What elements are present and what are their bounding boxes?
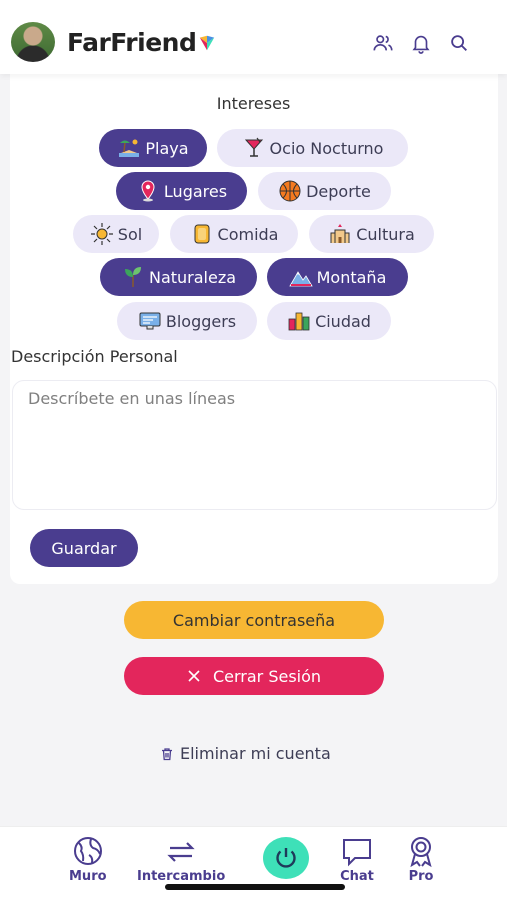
tab-pro[interactable]: Pro [404, 835, 438, 884]
chip-label: Playa [145, 138, 189, 158]
app-header: FarFriend [0, 0, 507, 74]
chip-label: Naturaleza [148, 267, 237, 287]
save-button[interactable]: Guardar [30, 529, 138, 567]
tab-chat[interactable]: Chat [340, 835, 374, 884]
basketball-icon [279, 180, 301, 202]
chip-sol[interactable]: Sol [73, 215, 159, 253]
sun-icon [90, 223, 113, 245]
users-icon[interactable] [372, 32, 394, 54]
tab-muro[interactable]: Muro [69, 835, 107, 884]
change-password-button[interactable]: Cambiar contraseña [124, 601, 384, 639]
globe-icon [73, 837, 102, 865]
chip-playa[interactable]: Playa [99, 129, 207, 167]
chip-comida[interactable]: Comida [170, 215, 298, 253]
delete-account-label: Eliminar mi cuenta [180, 744, 331, 763]
chip-label: Ocio Nocturno [269, 138, 384, 158]
logout-button[interactable]: Cerrar Sesión [124, 657, 384, 695]
chip-label: Ciudad [315, 311, 371, 331]
mountain-icon [288, 271, 313, 287]
chip-naturaleza[interactable]: Naturaleza [100, 258, 257, 296]
plant-icon [124, 267, 141, 287]
badge-icon [410, 837, 432, 868]
power-icon [276, 848, 296, 868]
brand-logo: FarFriend [67, 28, 216, 57]
search-icon[interactable] [448, 32, 470, 54]
chip-label: Deporte [306, 181, 371, 201]
heart-logo-icon [200, 35, 215, 50]
chip-label: Cultura [356, 224, 415, 244]
description-label: Descripción Personal [11, 347, 178, 366]
blog-icon [139, 312, 161, 330]
chip-label: Sol [117, 224, 143, 244]
castle-icon [330, 224, 350, 243]
tab-label: Muro [69, 869, 107, 884]
chip-ciudad[interactable]: Ciudad [267, 302, 391, 340]
chat-icon [343, 839, 371, 867]
cocktail-icon [244, 137, 263, 157]
description-textarea[interactable] [12, 380, 497, 510]
chip-lugares[interactable]: Lugares [116, 172, 247, 210]
chip-label: Comida [217, 224, 279, 244]
beach-icon [119, 139, 140, 157]
chip-montana[interactable]: Montaña [267, 258, 408, 296]
power-button[interactable] [263, 837, 309, 879]
chip-cultura[interactable]: Cultura [309, 215, 434, 253]
chip-label: Lugares [163, 181, 228, 201]
logout-label: Cerrar Sesión [212, 666, 322, 686]
exchange-icon [167, 842, 195, 862]
tab-label: Intercambio [137, 869, 226, 884]
brand-name: FarFriend [67, 28, 197, 57]
food-icon [194, 224, 210, 244]
tab-label: Pro [408, 869, 434, 884]
tab-intercambio[interactable]: Intercambio [137, 835, 225, 884]
delete-account-link[interactable]: Eliminar mi cuenta [160, 744, 331, 763]
chip-label: Bloggers [165, 311, 237, 331]
close-icon [188, 670, 200, 682]
city-icon [288, 312, 310, 331]
bell-icon[interactable] [410, 32, 432, 54]
interests-title: Intereses [216, 94, 291, 113]
chip-label: Montaña [316, 267, 387, 287]
chip-bloggers[interactable]: Bloggers [117, 302, 257, 340]
home-indicator [165, 884, 345, 890]
map-pin-icon [141, 180, 155, 202]
chip-ocio-nocturno[interactable]: Ocio Nocturno [217, 129, 408, 167]
chip-deporte[interactable]: Deporte [258, 172, 391, 210]
trash-icon [162, 747, 172, 760]
avatar[interactable] [11, 22, 55, 62]
tab-label: Chat [340, 869, 374, 884]
